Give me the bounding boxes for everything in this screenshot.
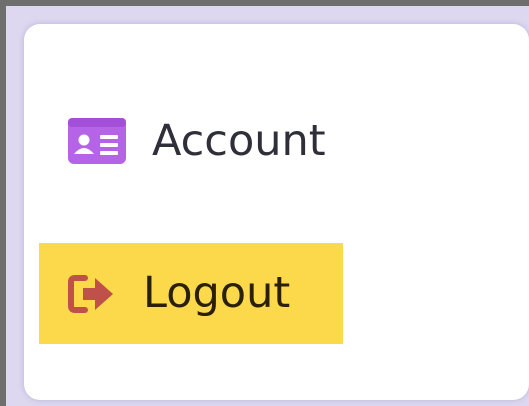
menu-item-account[interactable]: Account xyxy=(68,98,388,184)
menu-item-label: Account xyxy=(152,115,326,166)
id-card-icon xyxy=(68,118,126,164)
sign-out-icon xyxy=(67,274,115,314)
window-frame: Account Logout xyxy=(0,0,529,406)
menu-item-logout[interactable]: Logout xyxy=(39,243,343,344)
user-menu-dropdown: Account Logout xyxy=(24,24,529,400)
menu-item-label: Logout xyxy=(143,268,291,318)
